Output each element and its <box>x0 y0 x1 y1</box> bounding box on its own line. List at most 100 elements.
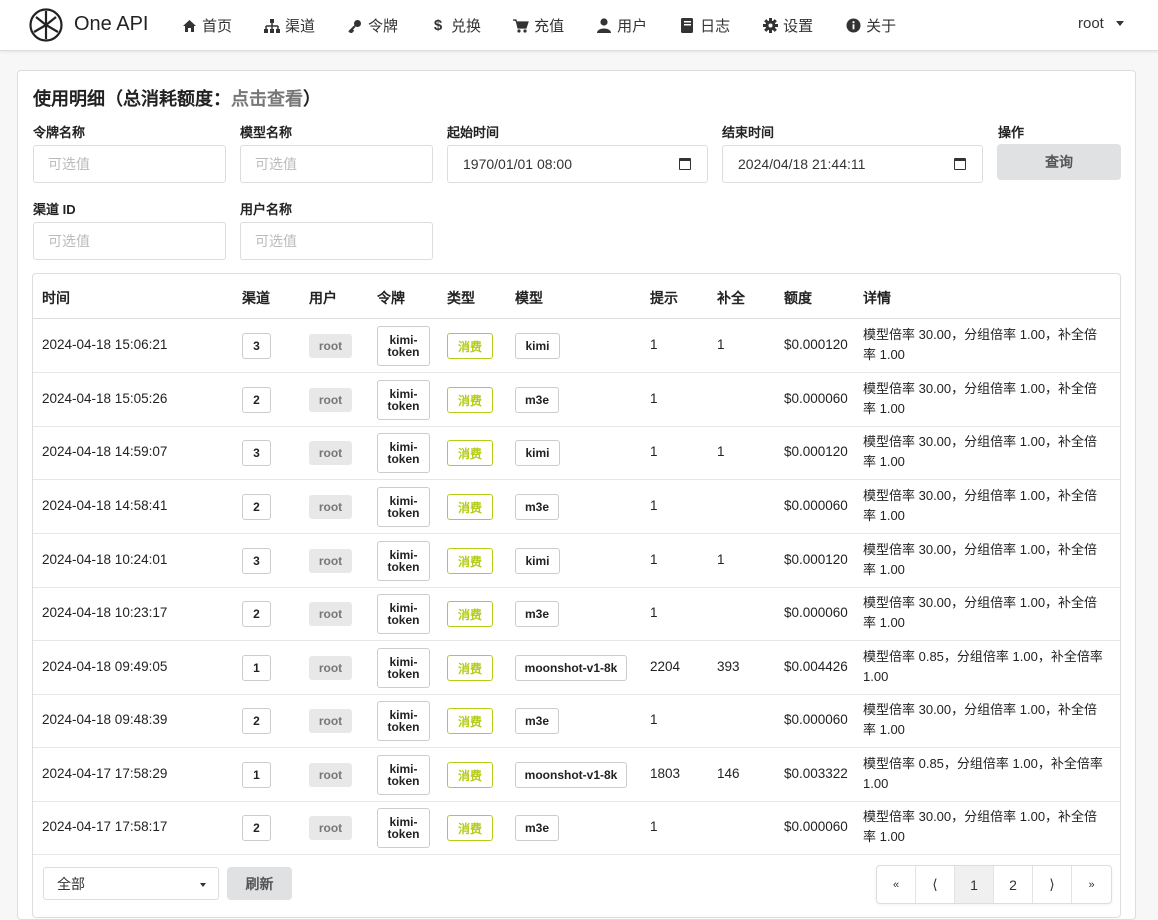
view-total-link[interactable]: 点击查看 <box>231 89 303 109</box>
row-prompt-tokens: 1 <box>650 605 658 620</box>
row-token-part2: token <box>387 452 420 466</box>
end-time-input[interactable]: 2024/04/18 21:44:11 <box>722 145 983 183</box>
start-time-input[interactable]: 1970/01/01 08:00 <box>447 145 708 183</box>
model-name-input[interactable] <box>240 145 433 183</box>
row-detail: 模型倍率 30.00，分组倍率 1.00，补全倍率 1.00 <box>863 381 1098 416</box>
row-prompt-tokens: 1 <box>650 819 658 834</box>
header-model[interactable]: 模型 <box>515 288 543 308</box>
row-prompt-tokens: 1 <box>650 552 658 567</box>
row-model-badge: kimi <box>515 333 560 359</box>
row-model-badge: moonshot-v1-8k <box>515 762 627 788</box>
table-row: 2024-04-18 09:49:05 1 root kimi-token 消费 moon… <box>33 641 1120 695</box>
header-time[interactable]: 时间 <box>42 288 70 308</box>
row-completion-tokens: 393 <box>717 659 740 674</box>
row-model-badge: m3e <box>515 387 559 413</box>
query-button[interactable]: 查询 <box>997 144 1121 180</box>
nav-item-label: 兑换 <box>451 18 482 35</box>
nav-item-label: 日志 <box>700 18 731 35</box>
home-icon <box>181 18 197 34</box>
token-name-input[interactable] <box>33 145 226 183</box>
row-prompt-tokens: 1 <box>650 391 658 406</box>
page-1-button[interactable]: 1 <box>955 866 994 903</box>
log-type-value: 全部 <box>57 875 85 892</box>
channel-id-input[interactable] <box>33 222 226 260</box>
refresh-button[interactable]: 刷新 <box>227 867 292 900</box>
user-name: root <box>1078 15 1104 32</box>
brand-title[interactable]: One API <box>74 13 149 36</box>
model-name-label: 模型名称 <box>240 125 293 140</box>
nav-item-settings[interactable]: 设置 <box>762 0 813 51</box>
row-channel-badge[interactable]: 2 <box>242 601 271 627</box>
row-token-badge: kimi-token <box>377 701 430 741</box>
calendar-icon[interactable] <box>679 158 691 170</box>
row-prompt-tokens: 1 <box>650 712 658 727</box>
table-row: 2024-04-17 17:58:17 2 root kimi-token 消费 m3e 1… <box>33 801 1120 855</box>
row-token-badge: kimi-token <box>377 541 430 581</box>
nav-item-home[interactable]: 首页 <box>181 0 232 51</box>
header-user[interactable]: 用户 <box>309 288 337 308</box>
nav-item-about[interactable]: 关于 <box>845 0 896 51</box>
header-prompt[interactable]: 提示 <box>650 288 678 308</box>
row-prompt-tokens: 2204 <box>650 659 681 674</box>
row-channel-badge[interactable]: 2 <box>242 387 271 413</box>
nav-item-tokens[interactable]: 令牌 <box>347 0 398 51</box>
calendar-icon[interactable] <box>954 158 966 170</box>
table-header: 时间 渠道 用户 令牌 类型 模型 提示 补全 额度 详情 <box>33 274 1120 319</box>
nav-item-label: 令牌 <box>368 18 399 35</box>
row-channel-badge[interactable]: 3 <box>242 548 271 574</box>
last-page-button[interactable]: » <box>1072 866 1111 903</box>
row-prompt-tokens: 1 <box>650 444 658 459</box>
row-user-badge: root <box>309 441 352 465</box>
header-completion[interactable]: 补全 <box>717 288 745 308</box>
start-time-label: 起始时间 <box>447 125 500 140</box>
nav-item-channels[interactable]: 渠道 <box>264 0 315 51</box>
row-channel-badge[interactable]: 1 <box>242 655 271 681</box>
end-time-value: 2024/04/18 21:44:11 <box>738 156 866 172</box>
username-input[interactable] <box>240 222 433 260</box>
row-channel-badge[interactable]: 3 <box>242 333 271 359</box>
nav-item-users[interactable]: 用户 <box>596 0 647 51</box>
row-channel-badge[interactable]: 1 <box>242 762 271 788</box>
row-user-badge: root <box>309 816 352 840</box>
header-quota[interactable]: 额度 <box>784 288 812 308</box>
row-token-part2: token <box>387 345 420 359</box>
log-type-select[interactable]: 全部 <box>43 867 219 900</box>
header-type[interactable]: 类型 <box>447 288 475 308</box>
sitemap-icon <box>264 18 281 34</box>
nav-item-logs[interactable]: 日志 <box>679 0 730 51</box>
row-time: 2024-04-18 14:58:41 <box>42 498 168 513</box>
row-channel-badge[interactable]: 2 <box>242 494 271 520</box>
table-row: 2024-04-18 15:05:26 2 root kimi-token 消费 m3e 1… <box>33 373 1120 427</box>
header-token[interactable]: 令牌 <box>377 288 405 308</box>
row-token-badge: kimi-token <box>377 594 430 634</box>
row-token-badge: kimi-token <box>377 808 430 848</box>
first-page-button[interactable]: « <box>877 866 916 903</box>
row-model-badge: m3e <box>515 601 559 627</box>
header-channel[interactable]: 渠道 <box>242 288 270 308</box>
next-page-button[interactable]: ⟩ <box>1033 866 1072 903</box>
page-title: 使用明细（总消耗额度：点击查看） <box>33 85 321 111</box>
row-detail: 模型倍率 30.00，分组倍率 1.00，补全倍率 1.00 <box>863 488 1098 523</box>
header-detail[interactable]: 详情 <box>863 288 891 308</box>
table-row: 2024-04-18 10:23:17 2 root kimi-token 消费 m3e 1… <box>33 587 1120 641</box>
row-channel-badge[interactable]: 3 <box>242 440 271 466</box>
gear-icon <box>762 18 778 34</box>
row-token-badge: kimi-token <box>377 326 430 366</box>
row-quota: $0.000060 <box>784 391 848 406</box>
row-token-badge: kimi-token <box>377 755 430 795</box>
page-2-button[interactable]: 2 <box>994 866 1033 903</box>
nav-item-topup[interactable]: 充值 <box>513 0 564 51</box>
row-channel-badge[interactable]: 2 <box>242 708 271 734</box>
row-type-badge: 消费 <box>447 601 493 627</box>
row-completion-tokens: 1 <box>717 552 725 567</box>
user-dropdown[interactable]: root <box>1078 15 1124 32</box>
nav-item-redeem[interactable]: $ 兑换 <box>430 0 481 51</box>
row-time: 2024-04-18 10:24:01 <box>42 552 168 567</box>
prev-page-button[interactable]: ⟨ <box>916 866 955 903</box>
row-token-badge: kimi-token <box>377 487 430 527</box>
openai-logo-icon[interactable] <box>28 7 64 43</box>
row-channel-badge[interactable]: 2 <box>242 815 271 841</box>
row-quota: $0.003322 <box>784 766 848 781</box>
nav-item-label: 渠道 <box>285 18 316 35</box>
row-token-part2: token <box>387 720 420 734</box>
